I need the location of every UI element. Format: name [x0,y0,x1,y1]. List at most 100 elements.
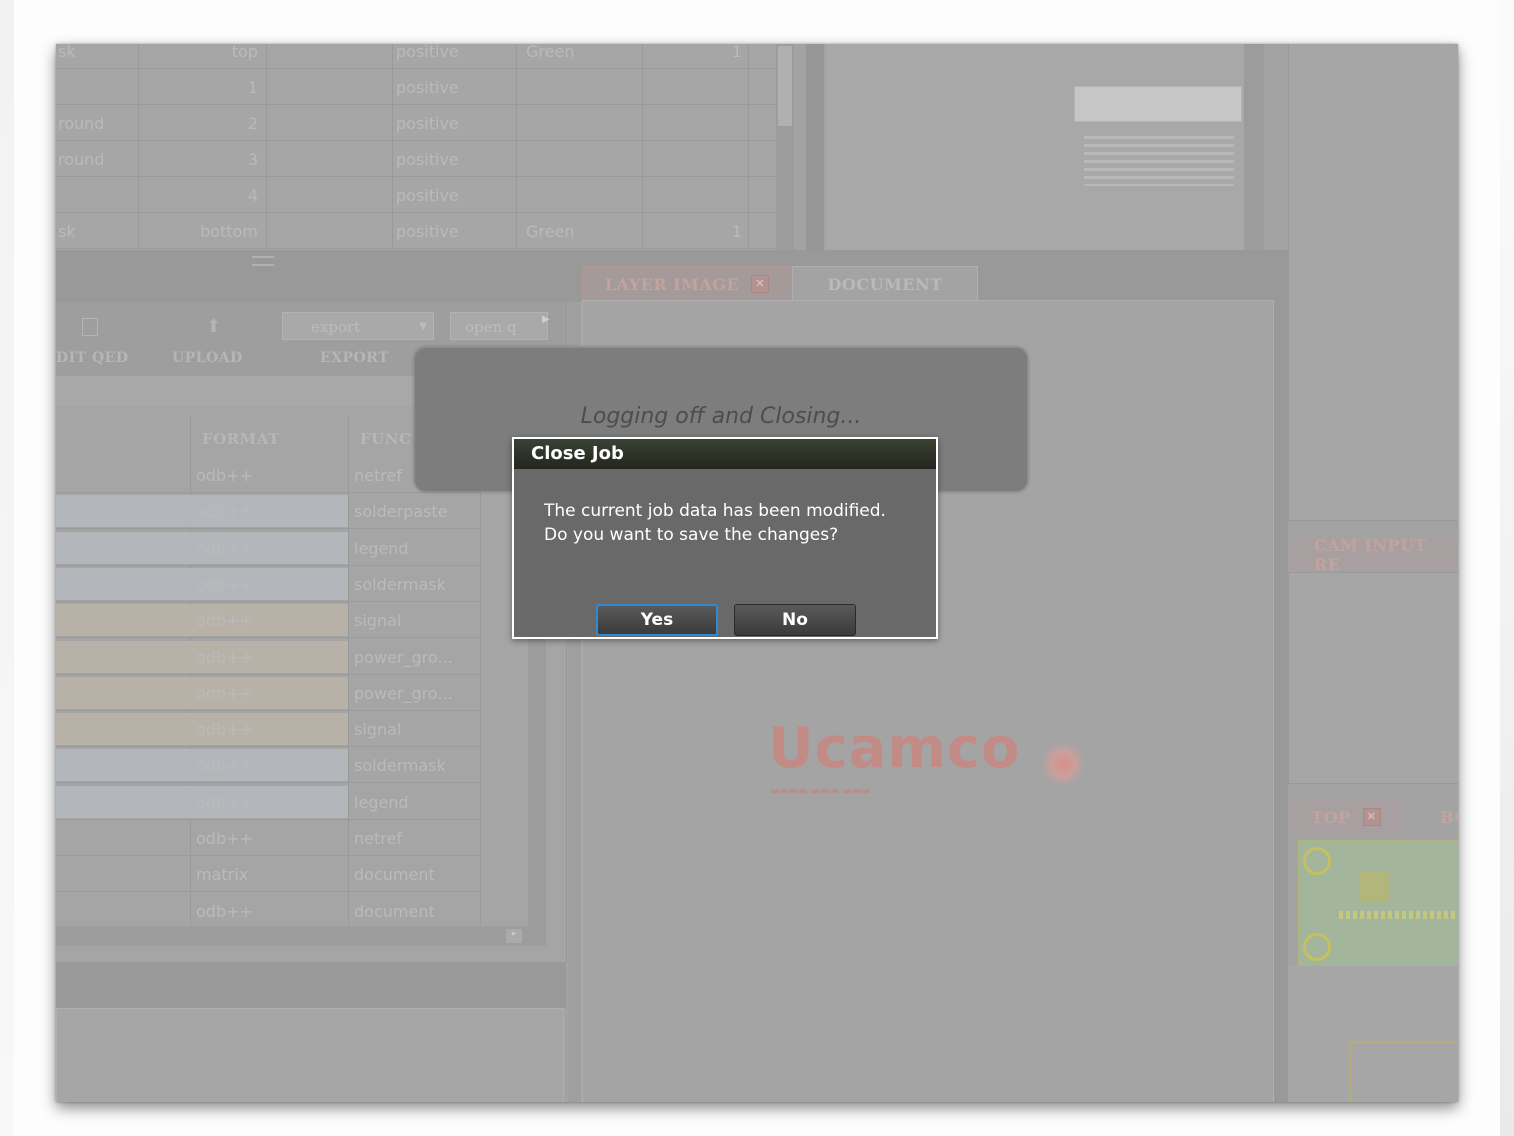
layer-cell-count: 1 [731,44,742,61]
table-row[interactable]: odb++ netref [56,821,480,856]
tab-cam-input[interactable]: CAM INPUT RE [1290,536,1458,574]
file-table-hscrollbar[interactable]: ▸ [56,926,546,946]
tab-layer-image[interactable]: LAYER IMAGE ✕ [582,266,792,302]
cell-func: power_gro... [354,683,453,703]
scroll-right-icon[interactable]: ▸ [506,929,522,943]
table-row[interactable]: odb++ legend [56,785,480,820]
tab-bottom[interactable]: BO [1406,800,1458,834]
table-row[interactable]: odb++ power_gro... [56,640,480,675]
cell-format: odb++ [196,683,253,703]
chevron-down-icon: ▼ [419,321,427,332]
table-row[interactable]: odb++ signal [56,603,480,639]
cell-func: netref [354,829,402,848]
layer-cell-polarity: positive [396,186,459,205]
row-divider [56,818,480,820]
layer-cell-polarity: positive [396,78,459,97]
cell-format: odb++ [196,502,253,522]
cell-format: matrix [196,865,249,885]
preview-scrollbar[interactable] [1244,44,1264,250]
row-divider [56,782,480,784]
cell-func: power_gro... [354,647,453,667]
table-row[interactable]: odb++ signal [56,712,480,748]
row-divider [56,600,480,602]
yes-button[interactable]: Yes [596,604,718,636]
toolbar-label-export: EXPORT [320,350,390,366]
cell-func: signal [354,720,402,740]
column-header-func: FUNC [360,430,412,448]
tab-top[interactable]: TOP ✕ [1290,800,1402,834]
splitter-vertical[interactable] [806,44,824,250]
layer-cell-polarity: positive [396,114,459,133]
layer-cell-side: 2 [247,114,258,133]
tab-document[interactable]: DOCUMENT [792,266,978,302]
row-divider [56,212,776,213]
layer-cell-polarity: positive [396,222,459,241]
row-divider [56,637,480,639]
table-row[interactable]: odb++ soldermask [56,567,480,602]
layer-cell-side: top [231,44,258,61]
column-header-format: FORMAT [202,430,280,448]
row-divider [56,140,776,141]
cell-format: odb++ [196,792,253,812]
layer-cell-name: round [58,150,105,169]
cell-func: solderpaste [354,502,448,522]
table-row[interactable]: odb++ soldermask [56,748,480,784]
dialog-title: Close Job [514,439,936,469]
cell-func: soldermask [354,574,446,594]
cell-format: odb++ [196,829,253,848]
layer-cell-side: 4 [247,186,258,205]
cell-format: odb++ [196,647,253,667]
logging-off-text: Logging off and Closing... [580,404,862,429]
row-divider [56,564,480,566]
preview-panel [826,44,1244,250]
layer-cell-side: bottom [200,222,258,241]
dialog-message-line1: The current job data has been modified. [544,501,886,521]
layer-cell-name: sk [58,222,76,241]
cell-format: odb++ [196,466,253,485]
open-button[interactable]: open q [450,312,548,340]
splitter-main[interactable] [1274,250,1288,1102]
dialog-message-line2: Do you want to save the changes? [544,525,839,545]
cell-format: odb++ [196,720,253,740]
cell-format: odb++ [196,756,253,776]
row-divider [56,709,480,711]
row-divider [56,68,776,69]
table-row[interactable]: odb++ solderpaste [56,494,480,530]
close-icon[interactable]: ✕ [1362,808,1381,826]
toolbar-label-upload: UPLOAD [172,350,243,366]
row-divider [56,891,480,893]
layer-cell-polarity: positive [396,44,459,61]
toolbar-label-edit: DIT QED [56,350,129,366]
table-row[interactable]: odb++ legend [56,531,480,566]
table-row[interactable]: matrix document [56,857,480,893]
cam-input-panel [1288,572,1458,784]
table-row[interactable]: odb++ document [56,894,480,929]
close-icon[interactable]: ✕ [751,275,770,293]
cell-format: odb++ [196,611,253,631]
layer-cell-polarity: positive [396,150,459,169]
row-divider [56,492,480,493]
logo-star-icon [1041,742,1085,786]
no-button[interactable]: No [734,604,856,636]
layer-cell-name: round [58,114,105,133]
right-panel-top [1288,44,1458,521]
row-divider [56,673,480,675]
edit-icon[interactable] [82,318,98,336]
layer-table: sk top positive Green 1 1 positive round 2 positi… [56,44,776,250]
right-panel-bottom [1288,966,1458,1102]
layer-cell-color: Green [526,222,575,241]
preview-thumbnail [1074,86,1242,122]
layer-cell-name: sk [58,44,76,61]
lower-left-separator [56,962,566,1008]
cell-func: soldermask [354,756,446,776]
cell-func: signal [354,611,402,631]
cell-format: odb++ [196,574,253,594]
table-row[interactable]: odb++ power_gro... [56,676,480,711]
layer-table-scrollbar[interactable] [776,44,794,250]
scroll-right-icon[interactable]: ▶ [542,314,550,325]
dialog-message: The current job data has been modified. … [544,499,924,547]
row-divider [56,855,480,856]
upload-icon[interactable]: ⬆ [206,316,221,337]
export-dropdown[interactable]: export ▼ [282,312,434,340]
cell-func: legend [354,538,409,558]
